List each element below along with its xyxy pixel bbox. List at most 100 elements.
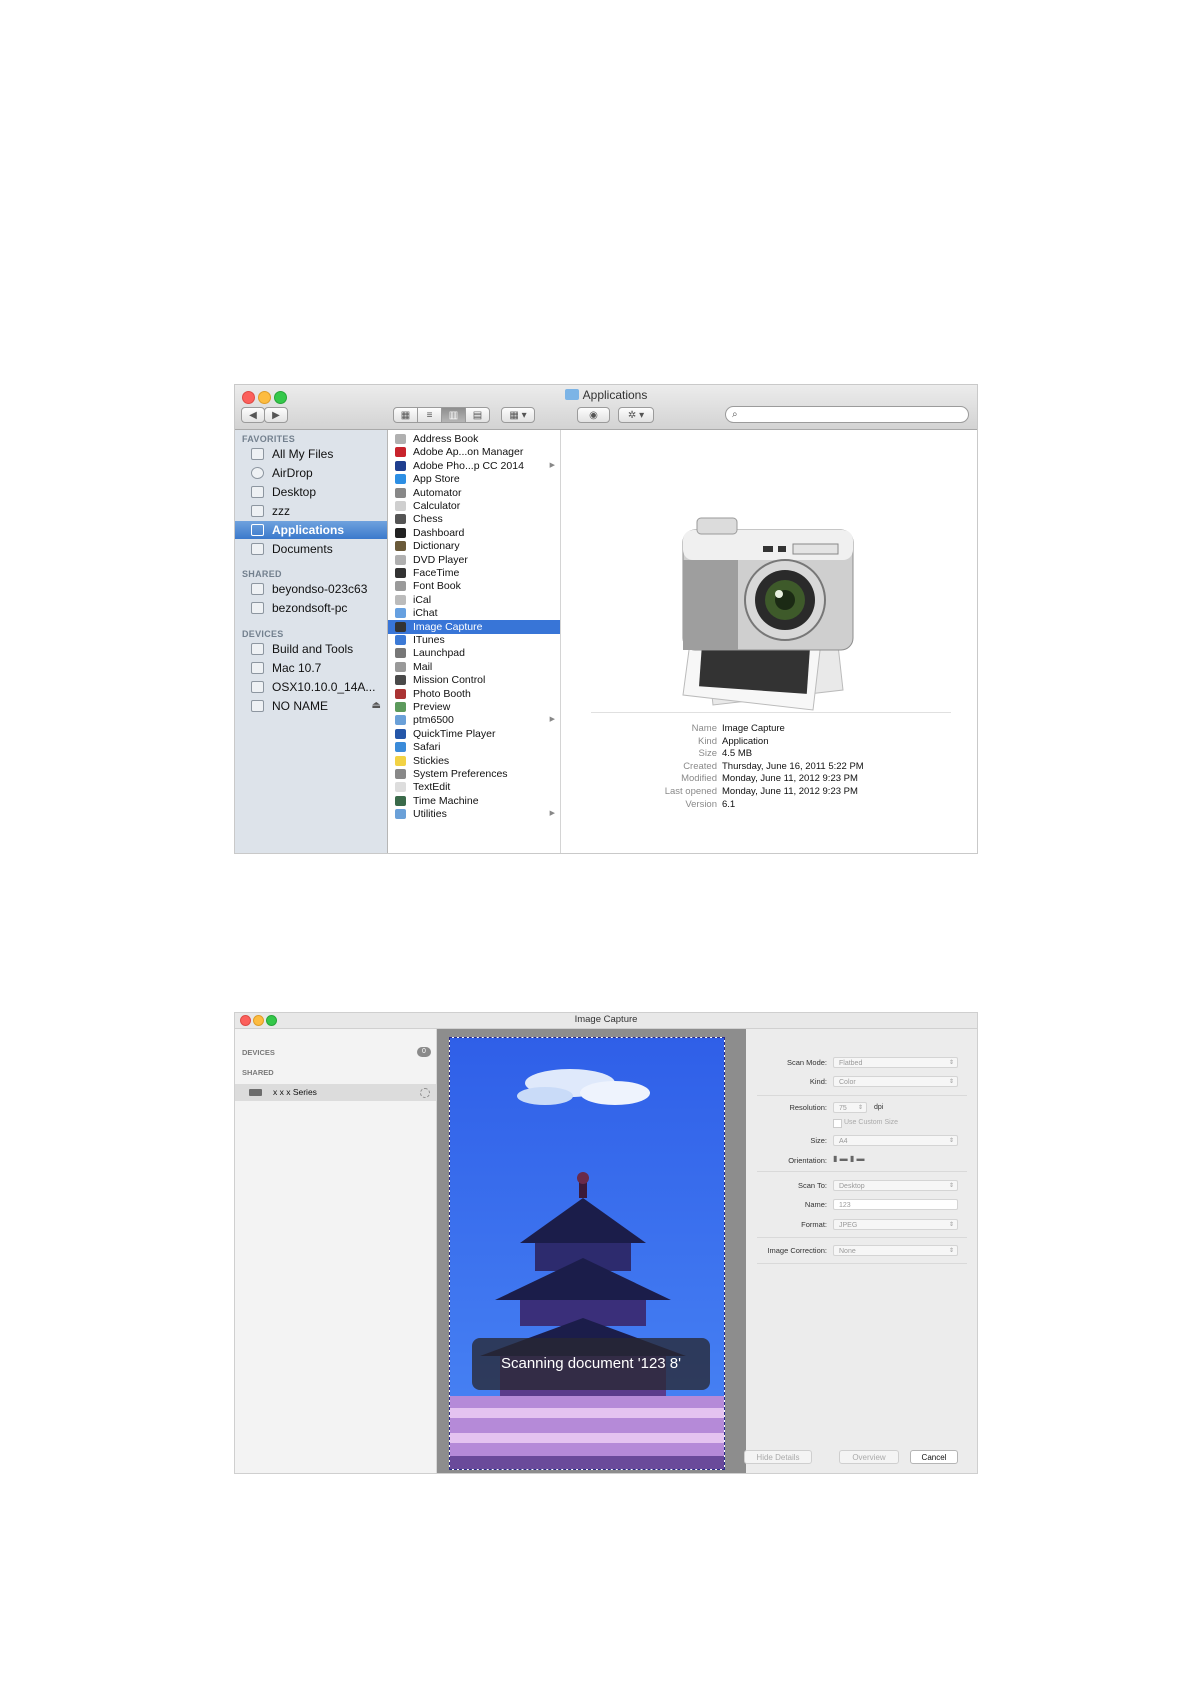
back-button[interactable]: ◀ <box>241 407 265 423</box>
info-value: Monday, June 11, 2012 9:23 PM <box>722 773 858 785</box>
app-list-item[interactable]: DVD Player <box>388 553 560 567</box>
app-list-label: TextEdit <box>413 781 451 794</box>
app-list-item[interactable]: Preview <box>388 700 560 714</box>
sidebar-item-device-1[interactable]: Build and Tools <box>235 640 387 658</box>
forward-button[interactable]: ▶ <box>264 407 288 423</box>
format-select[interactable]: JPEG ⇕ <box>833 1219 958 1230</box>
app-list-label: FaceTime <box>413 567 460 579</box>
sidebar-item-applications[interactable]: Applications <box>235 521 387 539</box>
kind-select[interactable]: Color ⇕ <box>833 1076 958 1087</box>
app-list-item[interactable]: TextEdit <box>388 780 560 794</box>
app-list-label: Stickies <box>413 754 450 767</box>
app-list-item[interactable]: Chess <box>388 512 560 526</box>
info-key: Created <box>683 760 717 772</box>
divider <box>591 712 951 713</box>
app-list-item[interactable]: Safari <box>388 740 560 754</box>
chevron-updown-icon: ⇕ <box>948 1248 954 1254</box>
app-list-item[interactable]: Launchpad <box>388 646 560 660</box>
info-value: Application <box>722 735 769 747</box>
app-list-label: Utilities <box>413 808 447 821</box>
info-key: Size <box>698 748 717 760</box>
app-list-item[interactable]: QuickTime Player <box>388 727 560 741</box>
device-row[interactable]: x x x Series <box>235 1084 436 1101</box>
custom-size-checkbox[interactable] <box>833 1119 842 1128</box>
app-list-item[interactable]: iCal <box>388 593 560 607</box>
stepper-icon: ⇕ <box>857 1105 863 1111</box>
column-view-button[interactable]: ▥ <box>441 407 466 423</box>
app-list-label: DVD Player <box>413 553 468 566</box>
list-view-button[interactable]: ≡ <box>417 407 442 423</box>
app-list-label: Address Book <box>413 433 479 445</box>
orientation-icons[interactable]: ▮ ▬ ▮ ▬ <box>833 1154 864 1163</box>
action-gear-button[interactable]: ✲ ▾ <box>618 407 654 423</box>
scan-mode-select[interactable]: Flatbed ⇕ <box>833 1057 958 1068</box>
kind-value: Color <box>839 1079 856 1086</box>
app-list-item[interactable]: Mail <box>388 660 560 674</box>
quick-look-button[interactable]: ◉ <box>577 407 610 423</box>
sidebar-item-device-2[interactable]: Mac 10.7 <box>235 659 387 677</box>
scan-to-value: Desktop <box>839 1183 865 1190</box>
image-correction-select[interactable]: None ⇕ <box>833 1245 958 1256</box>
name-input[interactable]: 123 <box>833 1199 958 1210</box>
app-list-item[interactable]: Dictionary <box>388 539 560 553</box>
app-icon <box>395 769 406 779</box>
app-icon <box>395 460 406 471</box>
app-list-label: iChat <box>413 607 438 620</box>
size-select[interactable]: A4 ⇕ <box>833 1135 958 1146</box>
app-list-item[interactable]: Stickies <box>388 754 560 768</box>
all-files-icon <box>251 448 264 460</box>
divider <box>757 1237 967 1238</box>
sidebar-item-zzz[interactable]: zzz <box>235 502 387 520</box>
app-list-item[interactable]: Adobe Pho...p CC 2014 ▶ <box>388 459 560 473</box>
overview-button[interactable]: Overview <box>839 1450 899 1464</box>
app-list-item[interactable]: Mission Control <box>388 673 560 687</box>
sidebar-item-desktop[interactable]: Desktop <box>235 483 387 501</box>
app-icon <box>395 487 406 498</box>
app-list-item[interactable]: iChat <box>388 606 560 620</box>
finder-sidebar: FAVORITES All My Files AirDrop Desktop z… <box>235 430 388 853</box>
name-label: Name: <box>804 1200 827 1209</box>
app-list-item[interactable]: Address Book <box>388 432 560 446</box>
sidebar-item-documents[interactable]: Documents <box>235 540 387 558</box>
app-list-item[interactable]: Font Book <box>388 579 560 593</box>
app-list-item[interactable]: System Preferences <box>388 767 560 781</box>
image-capture-titlebar: Image Capture <box>235 1013 977 1029</box>
sidebar-item-shared-2[interactable]: bezondsoft-pc <box>235 599 387 617</box>
coverflow-view-button[interactable]: ▤ <box>465 407 490 423</box>
name-value: 123 <box>839 1202 851 1209</box>
arrange-button[interactable]: ▦ ▾ <box>501 407 535 423</box>
search-icon: ⌕ <box>732 409 738 420</box>
app-list-item[interactable]: Calculator <box>388 499 560 513</box>
info-key: Last opened <box>664 786 717 797</box>
scan-to-select[interactable]: Desktop ⇕ <box>833 1180 958 1191</box>
app-list-item[interactable]: ptm6500 ▶ <box>388 713 560 727</box>
app-list-item[interactable]: Utilities ▶ <box>388 807 560 821</box>
app-list-item[interactable]: Automator <box>388 486 560 500</box>
sidebar-item-shared-1[interactable]: beyondso-023c63 <box>235 580 387 598</box>
cancel-button[interactable]: Cancel <box>910 1450 958 1464</box>
info-value: Monday, June 11, 2012 9:23 PM <box>722 786 858 797</box>
window-title: Applications <box>235 388 977 402</box>
sidebar-item-all-my-files[interactable]: All My Files <box>235 445 387 463</box>
app-list-item[interactable]: FaceTime <box>388 566 560 580</box>
sidebar-item-airdrop[interactable]: AirDrop <box>235 464 387 482</box>
app-list-item[interactable]: Image Capture <box>388 619 560 634</box>
icon-view-button[interactable]: ▦ <box>393 407 418 423</box>
sidebar-item-device-3[interactable]: OSX10.10.0_14A... <box>235 678 387 696</box>
app-list-item[interactable]: Time Machine <box>388 794 560 808</box>
resolution-stepper[interactable]: 75 ⇕ <box>833 1102 867 1113</box>
app-list-item[interactable]: ITunes <box>388 633 560 647</box>
temple-scan-picture <box>450 1038 724 1469</box>
app-list-item[interactable]: App Store <box>388 472 560 486</box>
preview-pane: Name Image Capture Kind Application Size 4.… <box>561 430 977 853</box>
divider <box>757 1095 967 1096</box>
busy-spinner-icon <box>420 1088 430 1098</box>
sidebar-item-device-4[interactable]: NO NAME ⏏ <box>235 697 387 715</box>
eject-icon[interactable]: ⏏ <box>372 697 381 715</box>
app-list-item[interactable]: Dashboard <box>388 526 560 540</box>
finder-window: Applications ◀ ▶ ▦ ≡ ▥ ▤ ▦ ▾ ◉ ✲ ▾ ⌕ FAV… <box>235 385 977 853</box>
app-list-item[interactable]: Adobe Ap...on Manager <box>388 445 560 459</box>
app-list-item[interactable]: Photo Booth <box>388 687 560 701</box>
hide-details-button[interactable]: Hide Details <box>744 1450 812 1464</box>
search-input[interactable]: ⌕ <box>725 406 969 423</box>
